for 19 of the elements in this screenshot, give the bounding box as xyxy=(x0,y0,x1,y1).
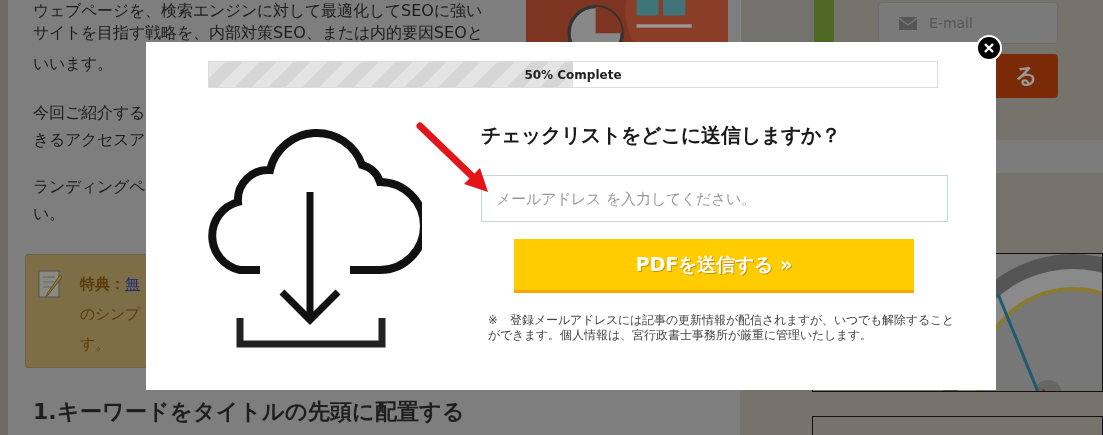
body-text: サイトを目指す戦略を、内部対策SEO、または内的要因SEOと xyxy=(33,22,483,44)
body-text: きるアクセスア xyxy=(33,129,145,151)
privacy-note: ※ 登録メールアドレスには記事の更新情報が配信されますが、いつでも解除することができます。個人情報は、宮行政書士事務所が厳重に管理いたします。 xyxy=(488,313,955,343)
progress-label: 50% Complete xyxy=(524,67,622,82)
close-icon xyxy=(984,43,994,53)
dialog-title: チェックリストをどこに送信しますか？ xyxy=(481,122,842,149)
body-text: い。 xyxy=(33,203,65,225)
envelope-icon xyxy=(899,16,917,30)
body-text: 今回ご紹介する xyxy=(33,102,145,124)
body-text: ランディングペ xyxy=(33,176,145,198)
section-heading: 1.キーワードをタイトルの先頭に配置する xyxy=(32,398,466,426)
callout-text: す。 xyxy=(80,334,111,355)
body-text: ウェブページを、検索エンジンに対して最適化してSEOに強い xyxy=(33,0,482,22)
callout-label: 特典： xyxy=(80,274,125,295)
body-text: いいます。 xyxy=(33,53,113,75)
callout-link[interactable]: 無 xyxy=(125,269,140,299)
submit-button[interactable]: PDFを送信する » xyxy=(514,239,914,293)
callout-text: のシンプ xyxy=(80,304,140,325)
email-input[interactable]: メールアドレス を入力してください。 xyxy=(481,175,948,222)
